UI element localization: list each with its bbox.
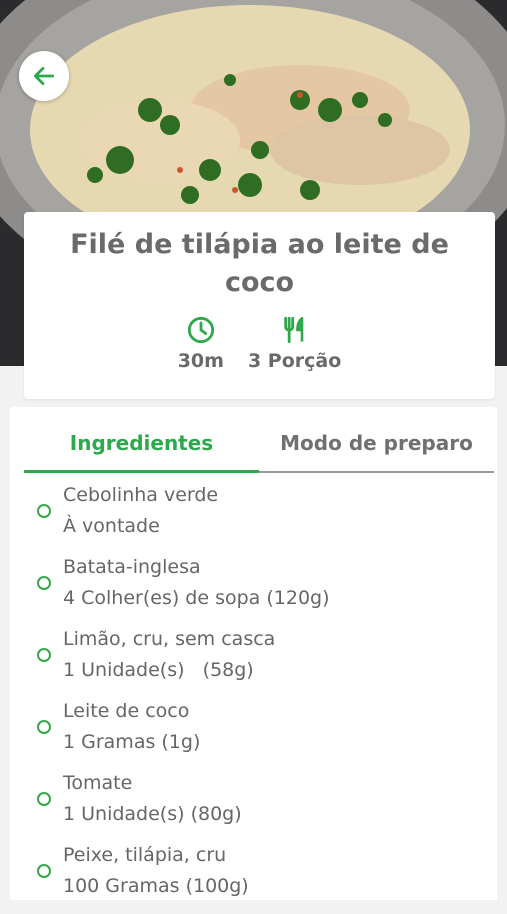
tab-bar: Ingredientes Modo de preparo bbox=[24, 423, 494, 473]
ingredient-list: Cebolinha verde À vontade Batata-inglesa… bbox=[10, 482, 497, 914]
recipe-details: Ingredientes Modo de preparo Cebolinha v… bbox=[10, 407, 497, 900]
ingredient-quantity: 100 Gramas (100g) bbox=[63, 875, 249, 897]
arrow-left-icon bbox=[33, 67, 55, 85]
list-item[interactable]: Leite de coco 1 Gramas (1g) bbox=[10, 698, 497, 770]
prep-time-value: 30m bbox=[177, 350, 224, 372]
ingredient-checkbox[interactable] bbox=[37, 792, 51, 806]
ingredient-name: Tomate bbox=[63, 772, 133, 794]
ingredient-quantity: À vontade bbox=[63, 515, 160, 537]
recipe-meta: 30m 3 Porção bbox=[24, 316, 495, 372]
ingredient-quantity: 1 Unidade(s) (80g) bbox=[63, 803, 242, 825]
ingredient-name: Batata-inglesa bbox=[63, 556, 201, 578]
recipe-header-card: Filé de tilápia ao leite de coco 30m 3 P… bbox=[24, 212, 495, 399]
portions-value: 3 Porção bbox=[247, 350, 342, 372]
portions: 3 Porção bbox=[248, 316, 341, 372]
back-button[interactable] bbox=[19, 51, 69, 101]
ingredient-name: Limão, cru, sem casca bbox=[63, 628, 276, 650]
ingredient-quantity: 4 Colher(es) de sopa (120g) bbox=[63, 587, 330, 609]
ingredient-quantity: 1 Gramas (1g) bbox=[63, 731, 201, 753]
tab-preparation[interactable]: Modo de preparo bbox=[259, 423, 494, 471]
list-item[interactable]: Cebolinha verde À vontade bbox=[10, 482, 497, 554]
clock-icon bbox=[187, 316, 214, 344]
ingredient-quantity: 1 Unidade(s) (58g) bbox=[63, 659, 254, 681]
recipe-title: Filé de tilápia ao leite de coco bbox=[70, 229, 449, 298]
ingredient-name: Leite de coco bbox=[63, 700, 190, 722]
list-item[interactable]: Tomate 1 Unidade(s) (80g) bbox=[10, 770, 497, 842]
ingredient-checkbox[interactable] bbox=[37, 576, 51, 590]
ingredient-name: Cebolinha verde bbox=[63, 484, 219, 506]
prep-time: 30m bbox=[178, 316, 224, 372]
ingredient-checkbox[interactable] bbox=[37, 504, 51, 518]
ingredient-checkbox[interactable] bbox=[37, 864, 51, 878]
tab-ingredients[interactable]: Ingredientes bbox=[24, 423, 259, 473]
fork-knife-icon bbox=[283, 316, 303, 344]
list-item[interactable]: Limão, cru, sem casca 1 Unidade(s) (58g) bbox=[10, 626, 497, 698]
ingredient-checkbox[interactable] bbox=[37, 720, 51, 734]
list-item[interactable]: Peixe, tilápia, cru 100 Gramas (100g) bbox=[10, 842, 497, 914]
list-item[interactable]: Batata-inglesa 4 Colher(es) de sopa (120… bbox=[10, 554, 497, 626]
ingredient-checkbox[interactable] bbox=[37, 648, 51, 662]
ingredient-name: Peixe, tilápia, cru bbox=[63, 844, 227, 866]
